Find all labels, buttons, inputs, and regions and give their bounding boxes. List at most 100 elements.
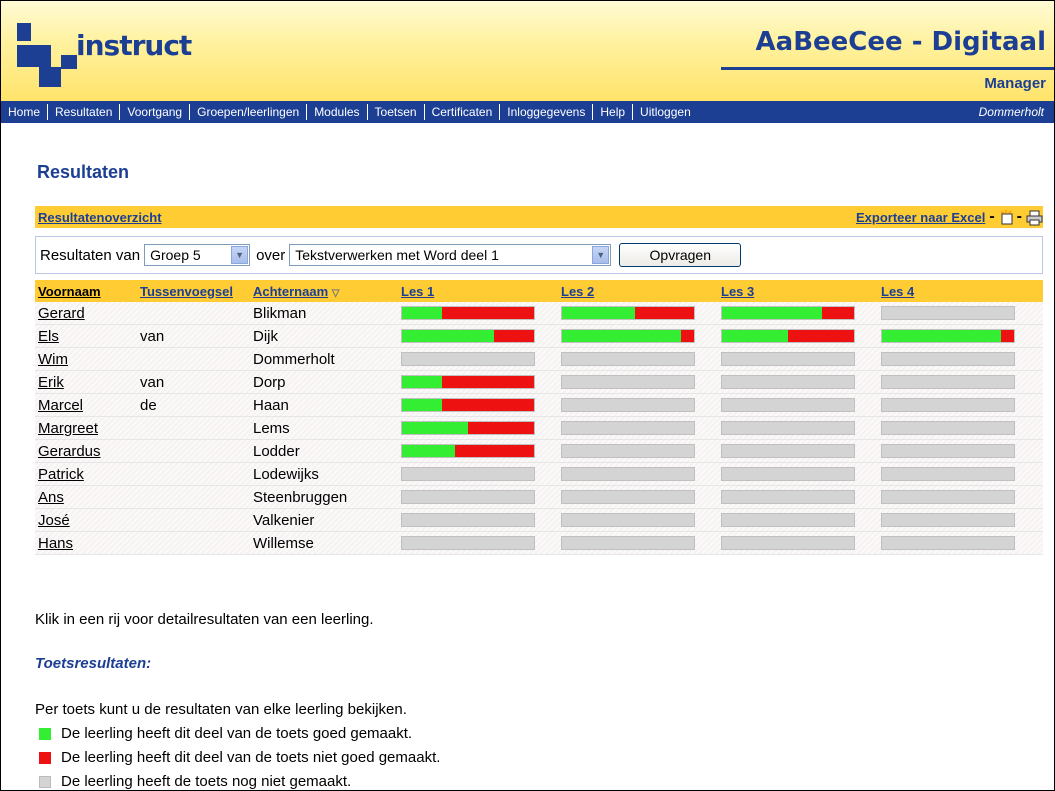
lesson-result-bar[interactable]: [881, 467, 1015, 481]
lesson-result-bar[interactable]: [881, 490, 1015, 504]
lesson-result-bar[interactable]: [721, 398, 855, 412]
lesson-result-bar[interactable]: [401, 375, 535, 389]
nav-toetsen[interactable]: Toetsen: [368, 104, 425, 120]
table-row[interactable]: Patrick Lodewijks: [35, 463, 1043, 486]
lesson-result-bar[interactable]: [401, 352, 535, 366]
nav-inloggegevens[interactable]: Inloggegevens: [500, 104, 594, 120]
nav-certificaten[interactable]: Certificaten: [425, 104, 501, 120]
app-window: instruct AaBeeCee - Digitaal Manager Hom…: [0, 0, 1055, 791]
lesson-result-bar[interactable]: [401, 467, 535, 481]
lesson-result-bar[interactable]: [561, 490, 695, 504]
correct-segment: [402, 445, 455, 457]
lesson-result-bar[interactable]: [721, 306, 855, 320]
lesson-result-bar[interactable]: [881, 421, 1015, 435]
table-row[interactable]: José Valkenier: [35, 509, 1043, 532]
nav-help[interactable]: Help: [593, 104, 634, 120]
student-first-name[interactable]: Erik: [38, 374, 64, 391]
opvragen-button[interactable]: Opvragen: [619, 243, 742, 267]
student-first-name[interactable]: Marcel: [38, 397, 83, 414]
lesson-result-bar[interactable]: [401, 444, 535, 458]
wrong-segment: [494, 330, 534, 342]
legend-correct: De leerling heeft dit deel van de toets …: [39, 725, 412, 742]
print-icon[interactable]: [1026, 210, 1043, 226]
table-row[interactable]: Hans Willemse: [35, 532, 1043, 555]
lesson-result-bar[interactable]: [561, 375, 695, 389]
table-row[interactable]: Margreet Lems: [35, 417, 1043, 440]
lesson-result-bar[interactable]: [561, 306, 695, 320]
lesson-result-bar[interactable]: [401, 490, 535, 504]
new-window-icon[interactable]: [999, 210, 1013, 225]
lesson-result-bar[interactable]: [561, 513, 695, 527]
group-select[interactable]: Groep 5 ▼: [144, 244, 251, 266]
nav-groepen-leerlingen[interactable]: Groepen/leerlingen: [190, 104, 308, 120]
lesson-result-bar[interactable]: [721, 467, 855, 481]
student-first-name[interactable]: Gerardus: [38, 443, 101, 460]
table-row[interactable]: Marcel de Haan: [35, 394, 1043, 417]
col-les-2[interactable]: Les 2: [561, 284, 594, 299]
lesson-result-bar[interactable]: [721, 513, 855, 527]
lesson-result-bar[interactable]: [401, 421, 535, 435]
col-tussenvoegsel[interactable]: Tussenvoegsel: [140, 284, 233, 299]
student-first-name[interactable]: Hans: [38, 535, 73, 552]
nav-modules[interactable]: Modules: [307, 104, 368, 120]
table-row[interactable]: Els van Dijk: [35, 325, 1043, 348]
lesson-result-bar[interactable]: [561, 352, 695, 366]
lesson-result-bar[interactable]: [721, 375, 855, 389]
lesson-result-bar[interactable]: [881, 444, 1015, 458]
table-row[interactable]: Wim Dommerholt: [35, 348, 1043, 371]
student-first-name[interactable]: Ans: [38, 489, 64, 506]
col-les-3[interactable]: Les 3: [721, 284, 754, 299]
nav-uitloggen[interactable]: Uitloggen: [633, 104, 698, 120]
table-header: Voornaam Tussenvoegsel Achternaam ▽ Les …: [35, 280, 1043, 302]
overview-link[interactable]: Resultatenoverzicht: [38, 210, 162, 225]
lesson-result-bar[interactable]: [401, 398, 535, 412]
nav-resultaten[interactable]: Resultaten: [48, 104, 121, 120]
lesson-result-bar[interactable]: [561, 421, 695, 435]
lesson-result-bar[interactable]: [561, 444, 695, 458]
lesson-result-bar[interactable]: [721, 352, 855, 366]
lesson-result-bar[interactable]: [881, 398, 1015, 412]
student-first-name[interactable]: José: [38, 512, 70, 529]
lesson-result-bar[interactable]: [721, 421, 855, 435]
col-les-1[interactable]: Les 1: [401, 284, 434, 299]
lesson-result-bar[interactable]: [401, 329, 535, 343]
lesson-result-bar[interactable]: [561, 467, 695, 481]
lesson-result-bar[interactable]: [561, 398, 695, 412]
wrong-segment: [441, 399, 534, 411]
chevron-down-icon[interactable]: ▼: [592, 246, 610, 264]
student-first-name[interactable]: Gerard: [38, 305, 85, 322]
nav-voortgang[interactable]: Voortgang: [120, 104, 191, 120]
lesson-result-bar[interactable]: [401, 536, 535, 550]
col-achternaam[interactable]: Achternaam: [253, 284, 328, 299]
correct-segment: [722, 307, 823, 319]
lesson-result-bar[interactable]: [881, 375, 1015, 389]
nav-home[interactable]: Home: [1, 104, 49, 120]
student-first-name[interactable]: Margreet: [38, 420, 98, 437]
lesson-result-bar[interactable]: [401, 513, 535, 527]
module-select[interactable]: Tekstverwerken met Word deel 1 ▼: [289, 244, 612, 266]
lesson-result-bar[interactable]: [721, 490, 855, 504]
lesson-result-bar[interactable]: [721, 329, 855, 343]
lesson-result-bar[interactable]: [561, 536, 695, 550]
lesson-result-bar[interactable]: [401, 306, 535, 320]
student-first-name[interactable]: Els: [38, 328, 59, 345]
student-first-name[interactable]: Patrick: [38, 466, 84, 483]
chevron-down-icon[interactable]: ▼: [231, 246, 249, 264]
lesson-result-bar[interactable]: [881, 306, 1015, 320]
lesson-result-bar[interactable]: [561, 329, 695, 343]
col-voornaam[interactable]: Voornaam: [38, 284, 101, 299]
export-excel-link[interactable]: Exporteer naar Excel: [856, 210, 985, 225]
lesson-result-bar[interactable]: [881, 329, 1015, 343]
lesson-result-bar[interactable]: [721, 536, 855, 550]
correct-segment: [562, 307, 635, 319]
lesson-result-bar[interactable]: [721, 444, 855, 458]
table-row[interactable]: Ans Steenbruggen: [35, 486, 1043, 509]
table-row[interactable]: Erik van Dorp: [35, 371, 1043, 394]
table-row[interactable]: Gerard Blikman: [35, 302, 1043, 325]
table-row[interactable]: Gerardus Lodder: [35, 440, 1043, 463]
col-les-4[interactable]: Les 4: [881, 284, 914, 299]
student-first-name[interactable]: Wim: [38, 351, 68, 368]
lesson-result-bar[interactable]: [881, 536, 1015, 550]
lesson-result-bar[interactable]: [881, 513, 1015, 527]
lesson-result-bar[interactable]: [881, 352, 1015, 366]
